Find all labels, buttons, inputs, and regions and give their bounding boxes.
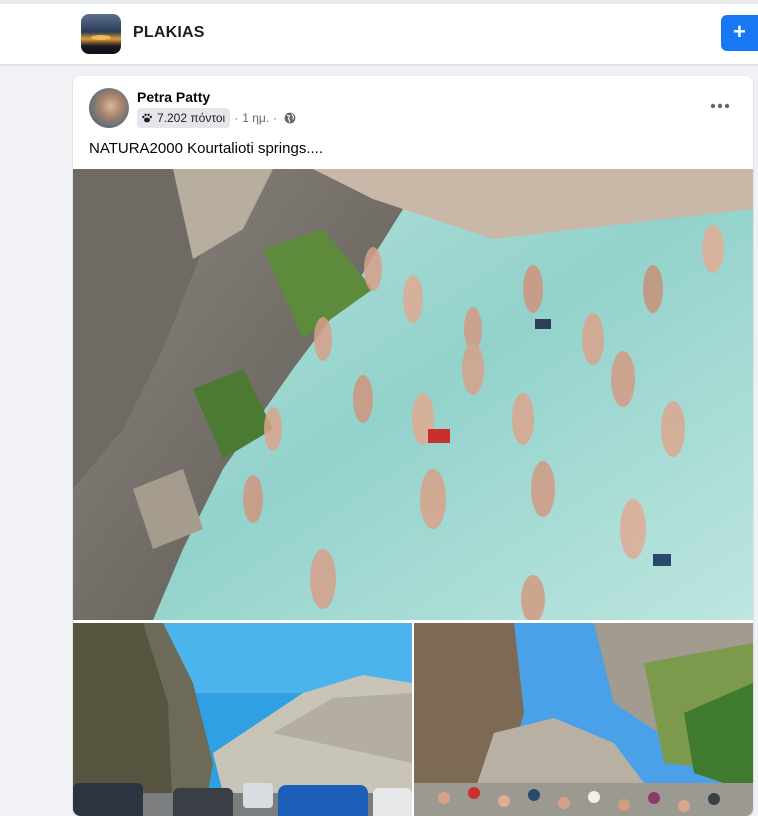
author-name[interactable]: Petra Patty — [137, 89, 210, 105]
meta-separator: · — [273, 111, 278, 125]
paw-icon — [142, 113, 152, 123]
group-name[interactable]: PLAKIAS — [133, 24, 205, 42]
top-strip — [0, 0, 758, 4]
post-time[interactable]: 1 ημ. — [242, 111, 269, 125]
post-card: Petra Patty 7.202 πόντοι · 1 ημ. · NATUR… — [73, 76, 753, 816]
points-label: 7.202 πόντοι — [157, 111, 226, 125]
gorge-crowd-photo[interactable] — [414, 623, 753, 816]
group-avatar[interactable] — [81, 14, 121, 54]
join-group-button[interactable]: + — [721, 15, 758, 51]
globe-icon — [284, 112, 296, 124]
meta-separator: · — [234, 111, 239, 125]
group-header: PLAKIAS + — [0, 0, 758, 65]
sunset-graphic — [91, 35, 111, 40]
post-text: NATURA2000 Kourtalioti springs.... — [89, 140, 323, 157]
more-options-icon[interactable] — [702, 94, 738, 118]
author-avatar[interactable] — [89, 88, 129, 128]
crowded-springs-photo[interactable] — [73, 169, 753, 620]
plus-icon: + — [733, 19, 746, 44]
post-meta: 7.202 πόντοι · 1 ημ. · — [137, 108, 296, 128]
points-badge[interactable]: 7.202 πόντοι — [137, 108, 231, 128]
parked-cars-road-photo[interactable] — [73, 623, 412, 816]
ellipsis-icon — [710, 103, 730, 109]
